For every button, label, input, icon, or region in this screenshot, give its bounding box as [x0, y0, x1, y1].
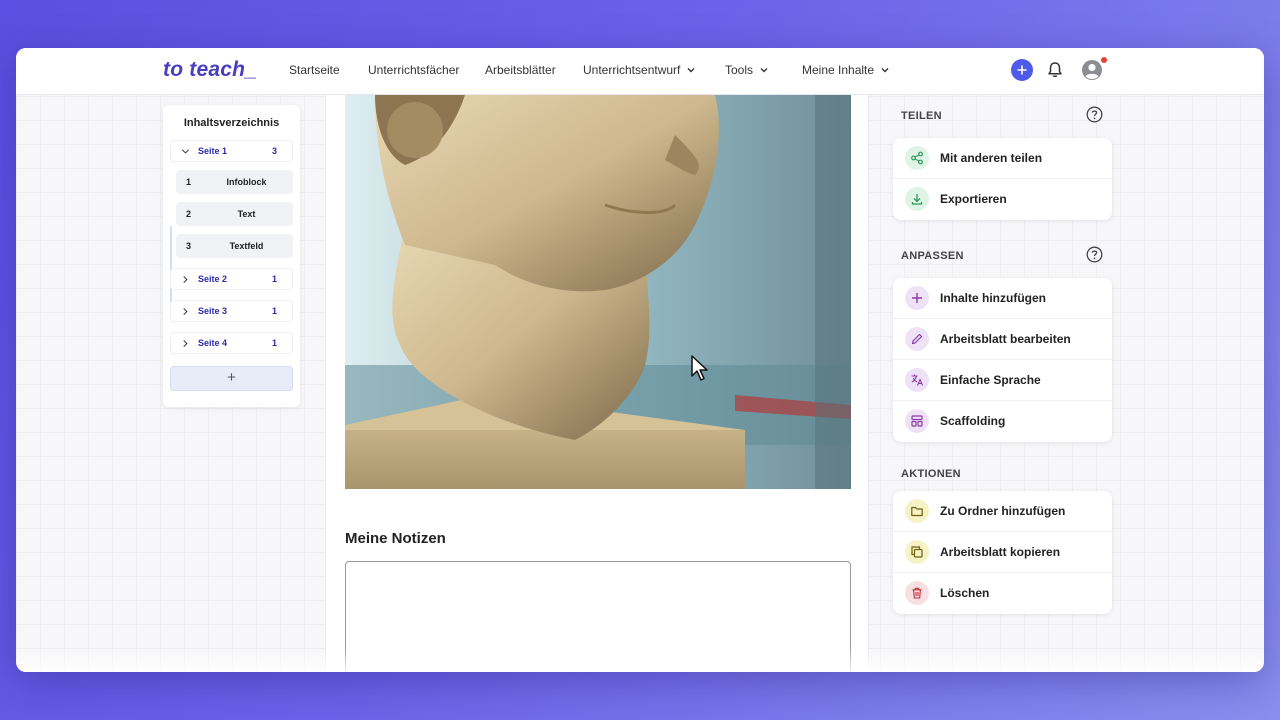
action-label: Scaffolding — [940, 414, 1006, 428]
section-heading-customize: ANPASSEN — [901, 250, 964, 262]
chevron-down-icon — [181, 149, 190, 154]
chevron-down-icon — [687, 68, 695, 73]
action-simple-language[interactable]: Einfache Sprache — [893, 360, 1112, 401]
toc-page-2[interactable]: Seite 2 1 — [170, 268, 293, 290]
action-export[interactable]: Exportieren — [893, 179, 1112, 220]
table-of-contents: Inhaltsverzeichnis Seite 1 3 1 Infoblock… — [163, 105, 300, 407]
nav-startseite[interactable]: Startseite — [289, 63, 340, 77]
pencil-icon — [905, 327, 929, 351]
nav-meine-inhalte[interactable]: Meine Inhalte — [802, 63, 890, 77]
action-label: Löschen — [940, 586, 990, 600]
action-label: Arbeitsblatt kopieren — [940, 545, 1061, 559]
copy-icon — [905, 540, 929, 564]
action-share[interactable]: Mit anderen teilen — [893, 138, 1112, 179]
nav-label: Meine Inhalte — [802, 63, 875, 77]
help-icon[interactable] — [1086, 106, 1103, 123]
chevron-down-icon — [760, 68, 768, 73]
add-page-button[interactable]: + — [170, 366, 293, 391]
help-icon[interactable] — [1086, 246, 1103, 263]
toc-item-number: 1 — [186, 177, 192, 187]
toc-page-3[interactable]: Seite 3 1 — [170, 300, 293, 322]
toc-page-label: Seite 2 — [198, 274, 228, 284]
toc-page-count: 1 — [271, 338, 277, 348]
plus-icon — [1017, 65, 1027, 75]
action-label: Zu Ordner hinzufügen — [940, 504, 1066, 518]
toc-item-number: 3 — [186, 241, 192, 251]
toc-item-text[interactable]: 2 Text — [176, 202, 293, 226]
toc-page-label: Seite 1 — [198, 146, 228, 156]
section-heading-share: TEILEN — [901, 110, 942, 122]
chevron-right-icon — [183, 275, 188, 284]
chevron-right-icon — [183, 307, 188, 316]
app-window: to teach_ Startseite Unterrichtsfächer A… — [16, 48, 1264, 672]
top-navigation: to teach_ Startseite Unterrichtsfächer A… — [16, 48, 1264, 95]
nav-label: Arbeitsblätter — [485, 63, 556, 77]
toc-page-count: 1 — [271, 306, 277, 316]
chevron-down-icon — [881, 68, 889, 73]
chevron-right-icon — [183, 339, 188, 348]
trash-icon — [905, 581, 929, 605]
nav-unterrichtsfaecher[interactable]: Unterrichtsfächer — [368, 63, 459, 77]
action-copy-worksheet[interactable]: Arbeitsblatt kopieren — [893, 532, 1112, 573]
folder-icon — [905, 499, 929, 523]
share-card: Mit anderen teilen Exportieren — [893, 138, 1112, 220]
nav-label: Unterrichtsentwurf — [583, 63, 681, 77]
toc-item-label: Infoblock — [226, 177, 267, 187]
nav-arbeitsblaetter[interactable]: Arbeitsblätter — [485, 63, 556, 77]
toc-page-count: 3 — [271, 146, 277, 156]
action-edit-worksheet[interactable]: Arbeitsblatt bearbeiten — [893, 319, 1112, 360]
download-icon — [905, 187, 929, 211]
section-heading-actions: AKTIONEN — [901, 468, 961, 480]
translate-icon — [905, 368, 929, 392]
nav-label: Tools — [725, 63, 754, 77]
bell-icon[interactable] — [1045, 60, 1065, 80]
notes-title: Meine Notizen — [345, 530, 446, 547]
toc-title: Inhaltsverzeichnis — [183, 117, 280, 129]
toc-page-count: 1 — [271, 274, 277, 284]
user-avatar-icon[interactable] — [1081, 59, 1103, 81]
logo[interactable]: to teach_ — [163, 58, 257, 82]
customize-card: Inhalte hinzufügen Arbeitsblatt bearbeit… — [893, 278, 1112, 442]
action-label: Exportieren — [940, 192, 1007, 206]
action-scaffolding[interactable]: Scaffolding — [893, 401, 1112, 442]
toc-item-infoblock[interactable]: 1 Infoblock — [176, 170, 293, 194]
action-add-content[interactable]: Inhalte hinzufügen — [893, 278, 1112, 319]
plus-icon — [905, 286, 929, 310]
nav-label: Startseite — [289, 63, 340, 77]
nav-tools[interactable]: Tools — [725, 63, 769, 77]
mouse-cursor-icon — [691, 355, 708, 381]
action-delete[interactable]: Löschen — [893, 573, 1112, 614]
toc-item-label: Text — [237, 209, 256, 219]
toc-item-textfeld[interactable]: 3 Textfeld — [176, 234, 293, 258]
toc-page-label: Seite 3 — [198, 306, 228, 316]
bottom-fade — [16, 648, 1264, 672]
nav-unterrichtsentwurf[interactable]: Unterrichtsentwurf — [583, 63, 696, 77]
action-label: Mit anderen teilen — [940, 151, 1043, 165]
action-label: Inhalte hinzufügen — [940, 291, 1046, 305]
notification-dot — [1101, 57, 1107, 63]
action-add-to-folder[interactable]: Zu Ordner hinzufügen — [893, 491, 1112, 532]
layout-icon — [905, 409, 929, 433]
toc-item-label: Textfeld — [229, 241, 264, 251]
toc-item-number: 2 — [186, 209, 192, 219]
marble-bust-photo — [345, 95, 851, 489]
worksheet-content: Meine Notizen — [325, 95, 869, 672]
toc-page-4[interactable]: Seite 4 1 — [170, 332, 293, 354]
create-button[interactable] — [1011, 59, 1033, 81]
toc-page-label: Seite 4 — [198, 338, 228, 348]
action-label: Einfache Sprache — [940, 373, 1041, 387]
share-icon — [905, 146, 929, 170]
actions-card: Zu Ordner hinzufügen Arbeitsblatt kopier… — [893, 491, 1112, 614]
nav-label: Unterrichtsfächer — [368, 63, 460, 77]
action-label: Arbeitsblatt bearbeiten — [940, 332, 1071, 346]
toc-page-1[interactable]: Seite 1 3 — [170, 140, 293, 162]
